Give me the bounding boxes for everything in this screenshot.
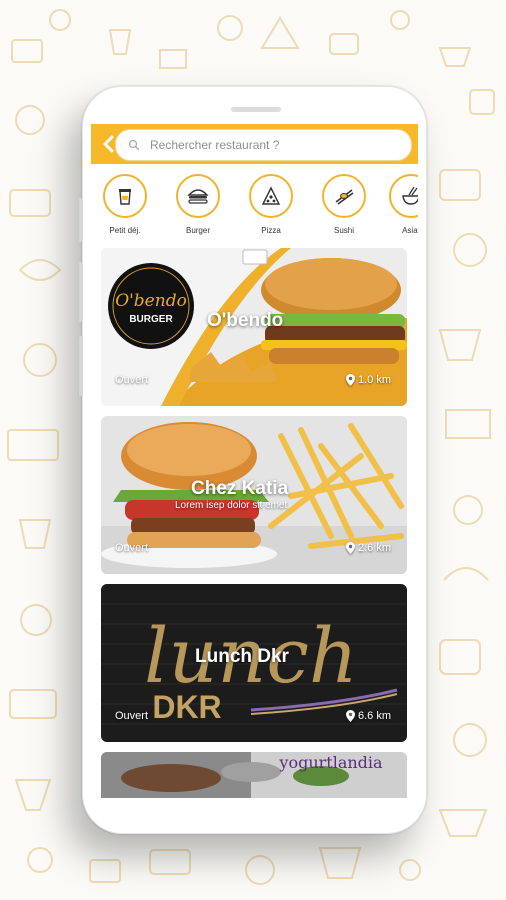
category-label: Asiat (402, 226, 418, 235)
search-input[interactable] (148, 137, 392, 153)
logo-text: O'bendo (115, 291, 187, 311)
noodle-bowl-icon (402, 186, 418, 205)
restaurant-card[interactable]: O'bendo BURGER O'bendo Ouvert 1.0 km (101, 248, 407, 406)
restaurant-card[interactable]: lunch DKR Lunch Dkr Ouvert 6.6 km (101, 584, 407, 742)
category-petit-dej[interactable]: Petit déj. (95, 174, 155, 235)
phone-side-button (79, 336, 83, 396)
phone-side-button (79, 198, 83, 242)
category-asiat[interactable]: Asiat (381, 174, 418, 235)
location-pin-icon (345, 374, 355, 386)
location-pin-icon (345, 542, 355, 554)
category-sushi[interactable]: Sushi (314, 174, 374, 235)
sign-text: yogurtlandia (278, 753, 383, 772)
restaurant-name: O'bendo (207, 310, 284, 331)
search-icon (128, 139, 140, 151)
distance-value: 1.0 km (357, 374, 391, 386)
restaurant-name: Chez Katia (191, 478, 289, 499)
category-label: Petit déj. (109, 226, 141, 235)
restaurant-card[interactable]: Chez Katia Lorem isep dolor sit emet Ouv… (101, 416, 407, 574)
sushi-chopsticks-icon (335, 189, 354, 205)
phone-side-button (79, 262, 83, 322)
restaurant-distance: 2.6 km (345, 542, 391, 554)
location-pin-icon (345, 710, 355, 722)
category-label: Burger (185, 226, 210, 235)
burger-icon (187, 189, 209, 204)
restaurant-image: yogurtlandia (101, 752, 407, 798)
category-bar: Petit déj. Burger Pizza Sushi Asia (91, 168, 418, 243)
chevron-left-icon (103, 135, 114, 153)
restaurant-name: Lunch Dkr (195, 646, 289, 667)
restaurant-status: Ouvert (115, 542, 149, 554)
restaurant-distance: 1.0 km (345, 374, 391, 386)
restaurant-status: Ouvert (115, 374, 149, 386)
restaurant-distance: 6.6 km (345, 710, 391, 722)
phone-speaker (231, 107, 281, 112)
search-bar (115, 129, 412, 161)
pizza-icon (261, 186, 281, 205)
restaurant-status: Ouvert (115, 710, 149, 722)
category-label: Pizza (261, 226, 281, 235)
restaurant-description: Lorem isep dolor sit emet (175, 500, 288, 511)
top-bar (91, 124, 418, 164)
distance-value: 2.6 km (357, 542, 391, 554)
category-label: Sushi (333, 226, 354, 235)
app-screen: Petit déj. Burger Pizza (91, 124, 418, 798)
category-pizza[interactable]: Pizza (241, 174, 301, 235)
category-burger[interactable]: Burger (168, 174, 228, 235)
restaurant-card[interactable]: yogurtlandia (101, 752, 407, 798)
sign-caps-text: DKR (152, 689, 221, 725)
distance-value: 6.6 km (357, 710, 391, 722)
logo-subtext: BURGER (129, 314, 173, 325)
coffee-cup-icon (119, 189, 131, 205)
